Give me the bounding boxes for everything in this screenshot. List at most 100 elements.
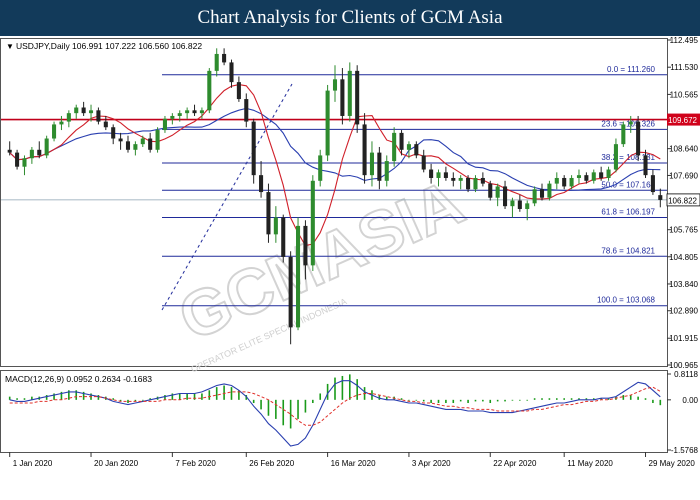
time-tick-label: 7 Feb 2020 xyxy=(175,459,216,468)
fib-level-label: 0.0 = 111.260 xyxy=(607,65,656,74)
time-tick-label: 29 May 2020 xyxy=(649,459,696,468)
macd-histogram-bar xyxy=(275,399,277,419)
candle-body xyxy=(436,172,441,178)
candle-body xyxy=(429,169,434,178)
candle-body xyxy=(362,124,367,176)
macd-histogram-bar xyxy=(400,398,403,400)
candle-body xyxy=(332,79,338,91)
candle-body xyxy=(562,177,567,187)
price-tick-label: 104.805 xyxy=(669,253,698,262)
candle-body xyxy=(29,149,34,159)
candle-body xyxy=(303,225,308,266)
macd-histogram-bar xyxy=(193,393,196,400)
candle-body xyxy=(88,110,94,114)
macd-histogram-bar xyxy=(16,398,18,400)
macd-histogram-bar xyxy=(178,393,181,400)
candle-body xyxy=(207,70,212,111)
macd-histogram-bar xyxy=(282,399,285,426)
candle-body xyxy=(547,183,552,198)
candle-body xyxy=(229,62,234,83)
macd-histogram-bar xyxy=(297,399,299,419)
candle-body xyxy=(539,189,545,198)
candle-body xyxy=(384,161,389,181)
candle-body xyxy=(148,138,153,150)
macd-histogram-bar xyxy=(644,398,647,400)
macd-histogram-bar xyxy=(570,398,573,400)
candle-body xyxy=(310,180,315,266)
candle-body xyxy=(266,192,271,235)
candle-body xyxy=(15,152,20,167)
macd-histogram-bar xyxy=(348,374,351,400)
macd-histogram-bar xyxy=(289,399,292,429)
macd-histogram-bar xyxy=(548,398,551,400)
candle-body xyxy=(185,110,190,114)
macd-histogram-bar xyxy=(260,399,262,410)
candle-body xyxy=(52,124,57,139)
macd-tick-label: -1.5768 xyxy=(671,446,699,455)
macd-histogram-bar xyxy=(555,398,558,400)
candle-body xyxy=(473,177,478,190)
macd-tick-label: 0.8118 xyxy=(674,370,698,379)
macd-histogram-bar xyxy=(415,399,418,401)
candle-body xyxy=(66,113,71,122)
candle-body xyxy=(199,110,204,114)
time-axis: 1 Jan 2020 20 Jan 2020 7 Feb 2020 26 Feb 20… xyxy=(9,452,696,468)
macd-histogram-bar xyxy=(652,399,654,404)
candle-body xyxy=(155,130,160,150)
macd-histogram-bar xyxy=(437,399,440,404)
candle-body xyxy=(103,121,108,128)
fib-level-label: 50.0 = 107.164 xyxy=(601,180,655,189)
price-tick-label: 101.915 xyxy=(669,334,698,343)
current-price-label: 106.822 xyxy=(668,196,697,205)
macd-histogram-bar xyxy=(164,395,166,400)
time-tick-label: 3 Apr 2020 xyxy=(412,459,451,468)
candle-body xyxy=(44,138,49,156)
page-header: Chart Analysis for Clients of GCM Asia xyxy=(0,0,700,36)
candle-body xyxy=(628,121,633,125)
candle-body xyxy=(584,175,589,181)
fib-level-label: 100.0 = 103.068 xyxy=(597,296,656,305)
candle-body xyxy=(554,177,559,184)
candle-body xyxy=(37,149,42,156)
candle-body xyxy=(510,200,515,207)
macd-histogram-bar xyxy=(541,398,543,400)
macd-histogram-bar xyxy=(452,399,455,404)
candle-body xyxy=(443,172,448,178)
candle-body xyxy=(421,155,426,170)
candle-body xyxy=(59,121,64,125)
candle-body xyxy=(466,177,471,190)
candle-body xyxy=(606,169,611,178)
candle-body xyxy=(170,115,175,119)
candle-body xyxy=(369,152,374,176)
candle-body xyxy=(251,121,256,176)
macd-histogram-bar xyxy=(97,395,100,400)
price-tags: 109.672 106.822 xyxy=(666,113,700,207)
candle-body xyxy=(488,183,493,198)
candle-body xyxy=(118,138,123,142)
candle-body xyxy=(236,82,241,100)
time-tick-label: 11 May 2020 xyxy=(567,459,613,468)
candle-body xyxy=(495,186,500,198)
time-tick-label: 22 Apr 2020 xyxy=(493,459,537,468)
page-title: Chart Analysis for Clients of GCM Asia xyxy=(197,7,503,28)
candle-body xyxy=(576,175,582,178)
price-tick-label: 110.565 xyxy=(670,90,699,99)
macd-histogram-bar xyxy=(489,399,492,404)
macd-info: MACD(12,26,9) 0.0952 0.2634 -0.1683 xyxy=(5,374,152,384)
macd-histogram-bar xyxy=(533,398,536,400)
macd-histogram-bar xyxy=(319,393,322,400)
time-tick-label: 1 Jan 2020 xyxy=(13,459,53,468)
candle-body xyxy=(532,189,537,204)
macd-histogram-bar xyxy=(496,399,499,402)
macd-histogram-bar xyxy=(563,398,565,400)
candle-body xyxy=(399,132,404,150)
candle-body xyxy=(458,177,463,181)
price-tick-label: 108.640 xyxy=(669,145,698,154)
candle-body xyxy=(377,152,382,181)
candle-body xyxy=(162,118,167,131)
chart-menu-icon[interactable]: ▼ xyxy=(6,42,14,51)
macd-histogram-bar xyxy=(659,399,662,406)
candle-body xyxy=(74,107,79,114)
candle-body xyxy=(503,186,508,207)
macd-histogram-bar xyxy=(422,399,425,402)
